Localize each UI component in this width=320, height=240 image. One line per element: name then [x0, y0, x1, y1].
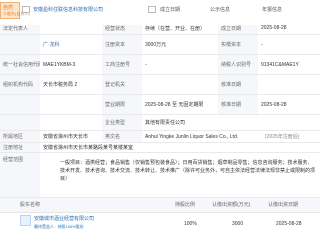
value: Anhui Yingke Junlin Liquor Sales Co., Lt…: [145, 134, 239, 140]
label: 组织机构代码: [0, 75, 40, 94]
info-row: 营业期限 2025-08-28 至 无固定期限 核准日期 2025-08-28: [0, 95, 320, 115]
info-row: 所属地区 安徽省滁州市天长市 英文名 Anhui Yingke Junlin L…: [0, 131, 320, 143]
label: 所属地区: [0, 131, 40, 142]
col-date: 认缴出资日期: [268, 202, 299, 208]
label: 登记机关: [102, 75, 142, 94]
company-logo: [20, 215, 31, 226]
label-spacer: [0, 95, 40, 114]
label: 统一社会信用代码: [0, 55, 40, 74]
company-profile-page: 自然 人股东(自然人) 安徽盈科住联信息科技有限公司 成立日期 公示信息 年报信…: [0, 0, 320, 240]
type-tag-line1: 自然: [3, 5, 14, 11]
ratio-value: 100%: [184, 221, 197, 227]
value: -: [261, 42, 263, 48]
value: 天长市税务局 2: [43, 82, 78, 88]
reg-date-label: 成立日期: [160, 7, 181, 13]
label: 法定代表人: [0, 25, 40, 34]
type-tag: 自然 人股东(自然人): [0, 2, 30, 19]
business-scope: 经营范围 一般项目：酒类经营；食品销售（仅销售预包装食品）；日用百货销售；烟草制…: [0, 153, 320, 198]
label: 核准日期: [218, 75, 258, 94]
info-row: 广·龙科 注册资本 3000万元 实缴资本 -: [0, 35, 320, 55]
label: 纳税人识别号: [218, 55, 258, 74]
label: 注册资本: [102, 35, 142, 54]
value: 存续（在营、开业、在册）: [145, 26, 206, 32]
public-info-label: 公示信息: [210, 7, 231, 13]
info-row: 法定代表人 经营状态 存续（在营、开业、在册） 成立日期 2025-08-28: [0, 25, 320, 35]
value: 2025-08-28 至 无固定期限: [145, 102, 204, 108]
col-amount: 认缴出资额(万元): [212, 202, 251, 208]
info-row: 组织机构代码 天长市税务局 2 登记机关 核准日期: [0, 75, 320, 95]
col-name: 股东名称: [20, 202, 41, 208]
shareholder-table-header: 股东名称 持股比例 认缴出资额(万元) 认缴出资日期: [0, 198, 320, 213]
label: 营业期限: [102, 95, 142, 114]
label: 核准日期: [218, 95, 258, 114]
label: 实缴资本: [218, 35, 258, 54]
checkbox-icon[interactable]: [148, 6, 156, 13]
info-row: 企业类型 其他有限责任公司: [0, 115, 320, 131]
label: 工商注册号: [102, 55, 142, 74]
value: MAE1YKBM-3: [43, 62, 76, 68]
company-name-link[interactable]: 安徽盈科住联信息科技有限公司: [33, 3, 143, 18]
info-row: 统一社会信用代码 MAE1YKBM-3 工商注册号 - 纳税人识别号 91341…: [0, 55, 320, 75]
beneficiary-tag[interactable]: 最终受益人 · 持股100%股份: [34, 224, 84, 230]
label: 经营状态: [102, 25, 142, 34]
label-spacer: [0, 115, 40, 130]
label: 企业类型: [102, 115, 142, 130]
value: 3000万元: [145, 42, 167, 48]
business-scope-label: 经营范围: [0, 153, 40, 197]
value: 2025-08-28: [261, 102, 287, 108]
shareholder-link[interactable]: 安徽城市酒业经营有限公司: [34, 215, 94, 222]
checkbox-icon[interactable]: [22, 6, 30, 13]
value: 91341C&MAE1Y: [261, 62, 299, 68]
label: 英文名: [102, 131, 142, 142]
label: 成立日期: [218, 25, 258, 34]
label-spacer: [0, 35, 40, 54]
value: -: [145, 62, 147, 68]
value: 安徽省滁州市天长市某路段某号某楼某室: [43, 145, 134, 151]
business-scope-text: 一般项目：酒类经营；食品销售（仅销售预包装食品）；日用百货销售；烟草制品零售；信…: [60, 160, 316, 182]
value-note: (2025年注册后): [265, 134, 300, 140]
info-row: 注册地址 安徽省滁州市天长市某路段某号某楼某室: [0, 143, 320, 153]
annual-report-label: 年报信息: [262, 7, 283, 13]
shareholder-row[interactable]: 安徽城市酒业经营有限公司 最终受益人 · 持股100%股份 100% 3000 …: [0, 213, 320, 240]
value: 其他有限责任公司: [145, 120, 186, 126]
label: 注册地址: [0, 143, 40, 152]
top-summary-row: 自然 人股东(自然人) 安徽盈科住联信息科技有限公司 成立日期 公示信息 年报信…: [0, 0, 320, 21]
legal-rep-link[interactable]: 广·龙科: [40, 35, 100, 55]
value: 安徽省滁州市天长市: [43, 134, 89, 140]
value: 2025-08-28: [261, 25, 287, 31]
date-value: 2025-08-28: [276, 221, 302, 227]
col-ratio: 持股比例: [175, 202, 196, 208]
amount-value: 3000: [232, 221, 244, 227]
